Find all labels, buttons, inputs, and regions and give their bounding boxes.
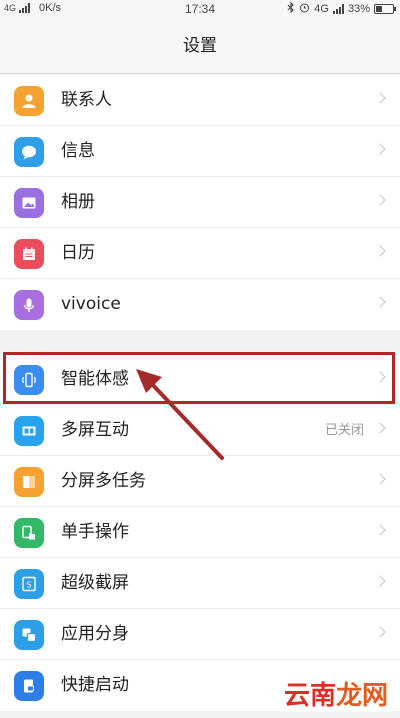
page-title: 设置 (0, 18, 400, 74)
settings-row-smart-motion[interactable]: 智能体感 (0, 354, 400, 405)
multi-screen-icon (14, 416, 44, 446)
network-label-right: 4G (314, 3, 329, 15)
album-icon (14, 188, 44, 218)
signal-icon-right (332, 4, 344, 14)
calendar-icon (14, 239, 44, 269)
chevron-right-icon (374, 626, 386, 638)
settings-row-label: 单手操作 (61, 522, 129, 542)
alarm-icon (299, 2, 310, 16)
settings-row-split-screen[interactable]: 分屏多任务 (0, 456, 400, 507)
settings-row-label: 相册 (61, 192, 95, 212)
settings-row-label: 智能体感 (61, 369, 129, 389)
status-bar: 4G 0K/s 17:34 4G 33% (0, 0, 400, 18)
settings-row-label: 超级截屏 (61, 573, 129, 593)
split-screen-icon (14, 467, 44, 497)
chevron-right-icon (374, 296, 386, 308)
microphone-icon (14, 290, 44, 320)
chevron-right-icon (374, 194, 386, 206)
settings-row-messages[interactable]: 信息 (0, 126, 400, 177)
settings-row-screenshot[interactable]: S 超级截屏 (0, 558, 400, 609)
chevron-right-icon (374, 473, 386, 485)
smart-motion-icon (14, 365, 44, 395)
chevron-right-icon (374, 575, 386, 587)
settings-row-value: 已关闭 (324, 423, 364, 438)
settings-row-label: vivoice (61, 294, 121, 314)
status-right: 4G 33% (287, 1, 396, 16)
settings-row-label: 日历 (61, 243, 95, 263)
settings-row-label: 信息 (61, 141, 95, 161)
one-hand-icon (14, 518, 44, 548)
chevron-right-icon (374, 245, 386, 257)
battery-percent: 33% (347, 3, 370, 15)
svg-text:S: S (26, 581, 31, 590)
chevron-right-icon (374, 92, 386, 104)
settings-row-one-hand[interactable]: 单手操作 (0, 507, 400, 558)
settings-row-label: 分屏多任务 (61, 471, 146, 491)
settings-row-app-clone[interactable]: 应用分身 (0, 609, 400, 660)
settings-row-label: 联系人 (61, 90, 112, 110)
settings-row-label: 多屏互动 (61, 420, 129, 440)
bluetooth-icon (287, 1, 295, 16)
chevron-right-icon (374, 371, 386, 383)
quick-launch-icon (14, 671, 44, 701)
settings-row-contacts[interactable]: 联系人 (0, 75, 400, 126)
contacts-icon (14, 86, 44, 116)
settings-row-label: 应用分身 (61, 624, 129, 644)
chevron-right-icon (374, 524, 386, 536)
battery-icon (374, 4, 396, 14)
settings-group-apps: 联系人信息相册日历 vivoice (0, 75, 400, 330)
messages-icon (14, 137, 44, 167)
settings-row-microphone[interactable]: vivoice (0, 279, 400, 330)
app-clone-icon (14, 620, 44, 650)
settings-row-label: 快捷启动 (61, 675, 129, 695)
chevron-right-icon (374, 422, 386, 434)
watermark: 云南龙网 (279, 675, 392, 712)
chevron-right-icon (374, 143, 386, 155)
settings-group-features: 智能体感多屏互动 已关闭分屏多任务单手操作 S 超级截屏应用分身快捷启动 (0, 354, 400, 711)
settings-row-album[interactable]: 相册 (0, 177, 400, 228)
settings-row-calendar[interactable]: 日历 (0, 228, 400, 279)
settings-row-multi-screen[interactable]: 多屏互动 已关闭 (0, 405, 400, 456)
screenshot-icon: S (14, 569, 44, 599)
